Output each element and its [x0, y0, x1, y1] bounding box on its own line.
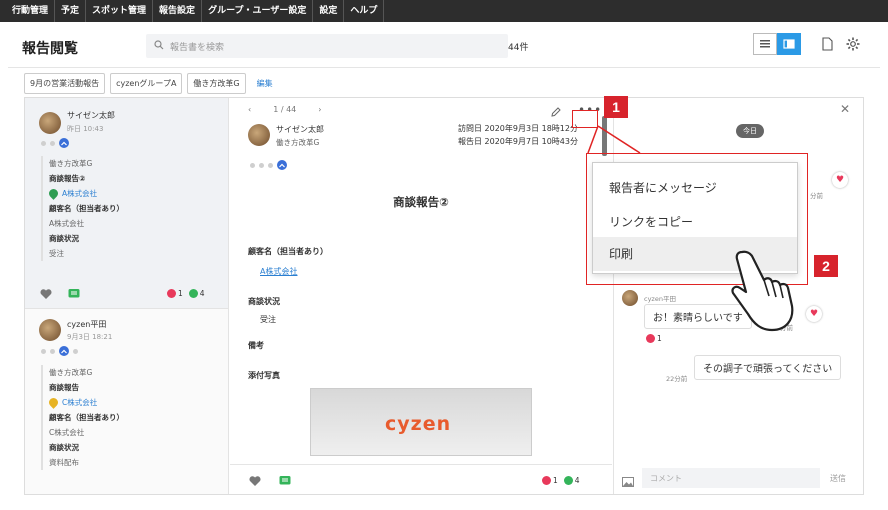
callout-marker-2: 2	[814, 255, 838, 277]
app: 行動管理 予定 スポット管理 報告設定 グループ・ユーザー設定 設定 ヘルプ 報…	[0, 0, 888, 510]
hand-pointer-icon	[728, 248, 798, 342]
